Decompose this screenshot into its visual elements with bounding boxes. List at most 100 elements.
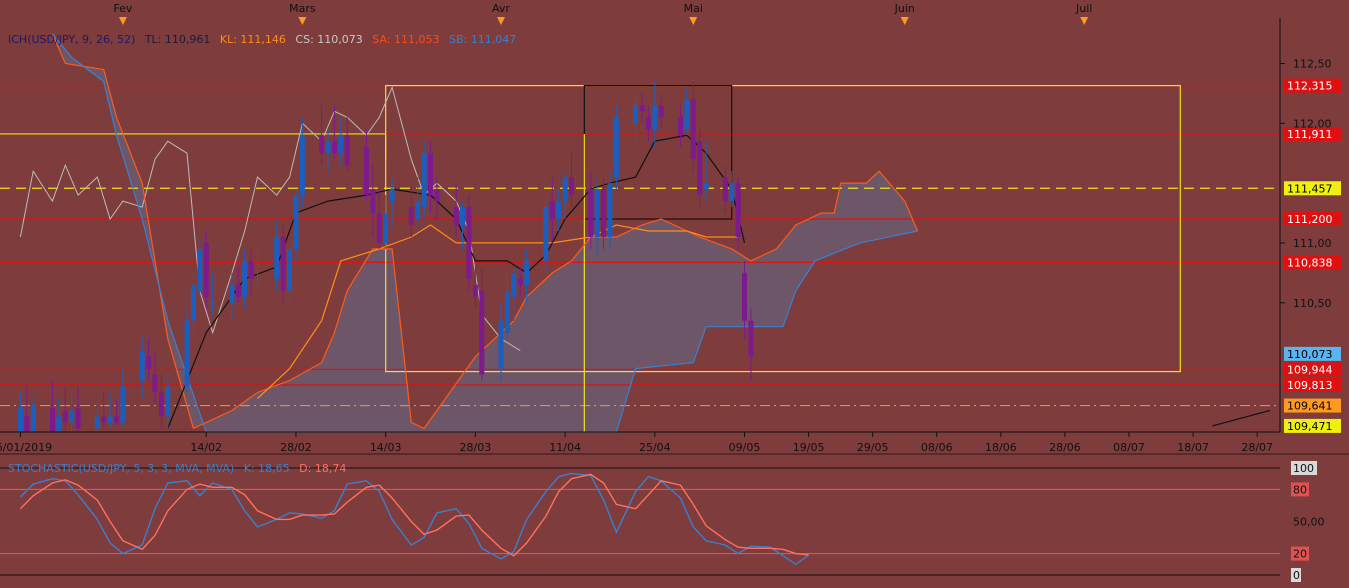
candle-body [569, 177, 575, 196]
ichimoku-legend: ICH(USD/JPY, 9, 26, 52) TL: 110,961 KL: … [8, 33, 516, 46]
chikou-legend: CS: 110,073 [295, 33, 362, 46]
candle-body [543, 207, 549, 261]
level-label-109,641: 109,641 [1287, 400, 1333, 413]
x-tick-label-29/05: 29/05 [857, 441, 889, 454]
candle-body [376, 213, 382, 243]
month-label-Avr: Avr [492, 2, 510, 15]
candle-body [94, 416, 100, 429]
candle-body [460, 207, 466, 225]
candle-body [370, 189, 376, 214]
candle-body [601, 189, 607, 237]
candle-body [114, 416, 120, 423]
ichimoku-chart-canvas: 112,315111,911111,457111,200110,838109,9… [0, 0, 1349, 588]
candle-body [255, 278, 261, 281]
candle-body [697, 141, 703, 196]
x-tick-label-11/04: 11/04 [549, 441, 581, 454]
candle-body [146, 356, 152, 369]
candle-body [235, 284, 241, 297]
x-tick-label-19/05: 19/05 [793, 441, 825, 454]
month-label-Juil: Juil [1075, 2, 1092, 15]
candle-body [184, 320, 190, 387]
candle-body [639, 105, 645, 112]
level-label-109,944: 109,944 [1287, 363, 1333, 376]
candle-body [421, 153, 427, 208]
stoch-tick-label-80: 80 [1293, 483, 1307, 496]
stochastic-k-legend: K: 18,65 [244, 462, 290, 475]
x-tick-label-28/07: 28/07 [1241, 441, 1273, 454]
candle-body [434, 189, 440, 202]
candle-body [165, 386, 171, 417]
candle-body [299, 135, 305, 196]
candle-body [735, 183, 741, 237]
candle-body [325, 141, 331, 154]
x-tick-label-18/07: 18/07 [1177, 441, 1209, 454]
candle-body [748, 320, 754, 357]
candle-body [729, 183, 735, 202]
candle-body [69, 410, 75, 423]
candle-body [152, 374, 158, 393]
x-tick-label-28/06: 28/06 [1049, 441, 1081, 454]
candle-body [56, 416, 62, 432]
month-label-Mai: Mai [684, 2, 703, 15]
candle-body [197, 248, 203, 291]
candle-body [677, 117, 683, 136]
stoch-tick-label-20: 20 [1293, 548, 1307, 561]
stochastic-d-legend: D: 18,74 [299, 462, 346, 475]
candle-body [658, 105, 664, 118]
candle-body [524, 260, 530, 285]
candle-body [107, 416, 113, 423]
candle-body [210, 302, 216, 305]
stochastic-legend-name: STOCHASTIC(USD/JPY, 5, 3, 3, MVA, MVA) [8, 462, 234, 475]
candle-body [504, 290, 510, 333]
x-tick-label-08/06: 08/06 [921, 441, 953, 454]
senkou-a-legend: SA: 111,053 [372, 33, 439, 46]
candle-body [472, 284, 478, 297]
candle-body [203, 242, 209, 297]
candle-body [517, 278, 523, 285]
candle-body [242, 260, 248, 297]
candle-body [389, 189, 395, 202]
candle-body [62, 410, 68, 423]
x-tick-label-14/03: 14/03 [370, 441, 402, 454]
senkou-b-legend: SB: 111,047 [449, 33, 516, 46]
candle-body [293, 195, 299, 249]
level-label-109,813: 109,813 [1287, 379, 1333, 392]
candle-body [652, 105, 658, 130]
candle-body [722, 177, 728, 202]
candle-body [383, 213, 389, 243]
candle-body [428, 153, 434, 196]
stoch-tick-label-100: 100 [1293, 462, 1314, 475]
candle-body [75, 408, 81, 429]
candle-body [684, 99, 690, 130]
candle-body [229, 284, 235, 303]
candle-body [17, 408, 23, 432]
month-label-Fev: Fev [113, 2, 132, 15]
candle-body [287, 248, 293, 291]
level-label-112,315: 112,315 [1287, 80, 1333, 93]
value-label-110,073: 110,073 [1287, 348, 1333, 361]
candle-body [158, 392, 164, 417]
candle-body [690, 99, 696, 160]
tenkan-legend: TL: 110,961 [144, 33, 211, 46]
candle-body [248, 260, 254, 279]
level-label-111,457: 111,457 [1287, 182, 1333, 195]
candle-body [344, 135, 350, 166]
candle-body [319, 135, 325, 154]
candle-body [415, 201, 421, 220]
candle-body [280, 236, 286, 291]
value-label-109,471: 109,471 [1287, 420, 1333, 433]
candle-body [645, 117, 651, 130]
candle-body [588, 189, 594, 237]
kijun-legend: KL: 111,146 [220, 33, 286, 46]
x-tick-label-08/07: 08/07 [1113, 441, 1145, 454]
candle-body [703, 183, 709, 190]
candle-body [24, 416, 30, 432]
month-label-Juin: Juin [894, 2, 915, 15]
y-tick-label-111,00: 111,00 [1293, 237, 1332, 250]
candle-body [594, 189, 600, 237]
candle-body [190, 284, 196, 321]
candle-body [633, 105, 639, 124]
x-tick-label-18/06: 18/06 [985, 441, 1017, 454]
candle-body [139, 350, 145, 381]
stoch-tick-label-0: 0 [1293, 569, 1300, 582]
